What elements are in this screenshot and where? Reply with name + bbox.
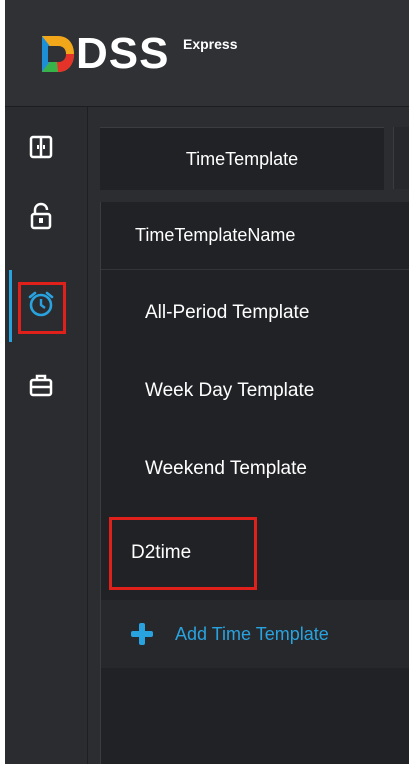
highlight-box-clock xyxy=(18,282,66,334)
app-header: DSS Express xyxy=(5,0,409,107)
logo-text: DSS xyxy=(76,29,170,78)
list-item[interactable]: Weekend Template xyxy=(101,430,409,508)
list-item[interactable]: All-Period Template xyxy=(101,274,409,352)
briefcase-icon xyxy=(29,374,53,397)
add-time-template-button[interactable]: Add Time Template xyxy=(101,600,409,668)
app-window: DSS Express TimeTemplate TimeTemplateNam… xyxy=(5,0,409,764)
sidebar-item-door[interactable] xyxy=(5,117,87,187)
plus-icon xyxy=(131,623,153,645)
active-indicator xyxy=(9,270,12,342)
list-item[interactable]: Week Day Template xyxy=(101,352,409,430)
list-header: TimeTemplateName xyxy=(101,202,409,270)
dss-logo-icon xyxy=(42,36,74,72)
add-time-template-label: Add Time Template xyxy=(175,623,329,644)
sidebar-item-lock[interactable] xyxy=(5,192,87,262)
sidebar-item-briefcase[interactable] xyxy=(5,357,87,427)
door-icon xyxy=(29,135,53,159)
main-content: TimeTemplate TimeTemplateName All-Period… xyxy=(88,107,409,764)
lock-icon xyxy=(30,202,52,230)
tab-bar: TimeTemplate xyxy=(88,107,409,193)
tab-next[interactable] xyxy=(393,127,409,189)
tab-timetemplate[interactable]: TimeTemplate xyxy=(100,127,384,190)
highlight-box-d2time xyxy=(109,517,257,590)
sidebar xyxy=(5,107,88,764)
logo-superscript: Express xyxy=(183,36,238,52)
template-list-panel: TimeTemplateName All-Period Template Wee… xyxy=(100,202,409,764)
